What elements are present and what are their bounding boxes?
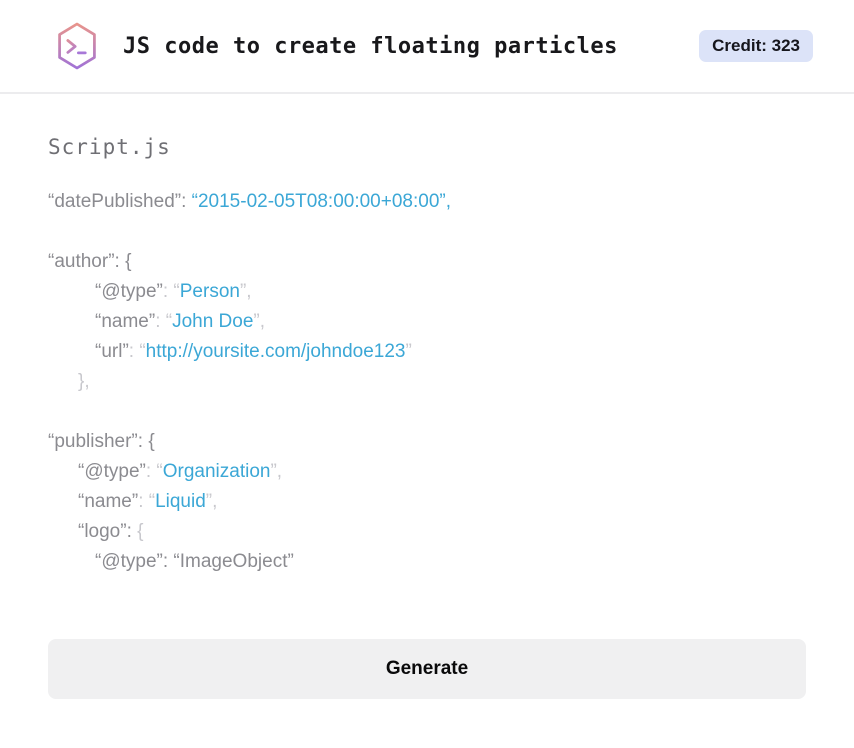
- code-line: “@type”: “Organization”,: [48, 457, 806, 487]
- code-segment-key: :: [126, 521, 138, 542]
- code-segment-punct: :: [155, 311, 166, 332]
- code-segment-punct: ”,: [253, 311, 266, 332]
- code-segment-punct: {: [137, 521, 144, 542]
- code-segment-key: “@type”: [78, 461, 146, 482]
- script-filename: Script.js: [48, 135, 171, 159]
- credit-badge: Credit: 323: [699, 30, 813, 62]
- code-line: “logo”: {: [48, 517, 806, 547]
- code-segment-key: :: [114, 251, 126, 272]
- main-content: Script.js “datePublished”: “2015-02-05T0…: [0, 135, 854, 699]
- code-segment-key: “logo”: [78, 521, 127, 542]
- code-segment-value: John Doe: [172, 311, 254, 332]
- code-segment-key: :: [162, 551, 174, 572]
- code-segment-punct: ”: [405, 341, 412, 362]
- code-line: },: [48, 367, 806, 397]
- code-line: “url”: “http://yoursite.com/johndoe123”: [48, 337, 806, 367]
- code-segment-key: “@type”: [95, 551, 163, 572]
- code-segment-key: :: [137, 431, 149, 452]
- code-segment-punct: :: [138, 491, 149, 512]
- code-segment-value: Organization: [162, 461, 271, 482]
- code-segment-value: http://yoursite.com/johndoe123: [145, 341, 406, 362]
- code-segment-punct: :: [145, 461, 157, 482]
- code-segment-punct: ”,: [205, 491, 218, 512]
- generate-button[interactable]: Generate: [48, 639, 806, 699]
- code-segment-value: Person: [179, 281, 240, 302]
- code-segment-key: “url”: [95, 341, 129, 362]
- code-line: “author”: {: [48, 247, 806, 277]
- code-line: “name”: “Liquid”,: [48, 487, 806, 517]
- page-title: JS code to create floating particles: [123, 33, 618, 59]
- code-segment-key: “ImageObject”: [173, 551, 294, 572]
- code-segment-key: “name”: [78, 491, 139, 512]
- code-line: “publisher”: {: [48, 427, 806, 457]
- code-segment-key: :: [181, 191, 192, 212]
- code-segment-key: “datePublished”: [48, 191, 182, 212]
- code-segment-key: {: [125, 251, 132, 272]
- code-block: “datePublished”: “2015-02-05T08:00:00+08…: [48, 187, 806, 577]
- code-line: “@type”: “ImageObject”: [48, 547, 806, 577]
- code-segment-key: {: [148, 431, 155, 452]
- code-line: “datePublished”: “2015-02-05T08:00:00+08…: [48, 187, 806, 217]
- code-segment-key: “publisher”: [48, 431, 138, 452]
- code-line: “@type”: “Person”,: [48, 277, 806, 307]
- code-segment-key: “author”: [48, 251, 115, 272]
- code-segment-key: “name”: [95, 311, 156, 332]
- code-segment-key: “@type”: [95, 281, 163, 302]
- code-segment-punct: },: [78, 371, 90, 392]
- code-segment-value: Liquid: [155, 491, 206, 512]
- code-line: “name”: “John Doe”,: [48, 307, 806, 337]
- code-segment-punct: :: [128, 341, 140, 362]
- code-segment-value: “2015-02-05T08:00:00+08:00”,: [191, 191, 451, 212]
- header: JS code to create floating particles Cre…: [0, 0, 854, 94]
- code-segment-punct: :: [162, 281, 174, 302]
- code-segment-punct: ”,: [270, 461, 283, 482]
- code-segment-punct: ”,: [239, 281, 252, 302]
- terminal-hexagon-logo-icon: [58, 22, 96, 70]
